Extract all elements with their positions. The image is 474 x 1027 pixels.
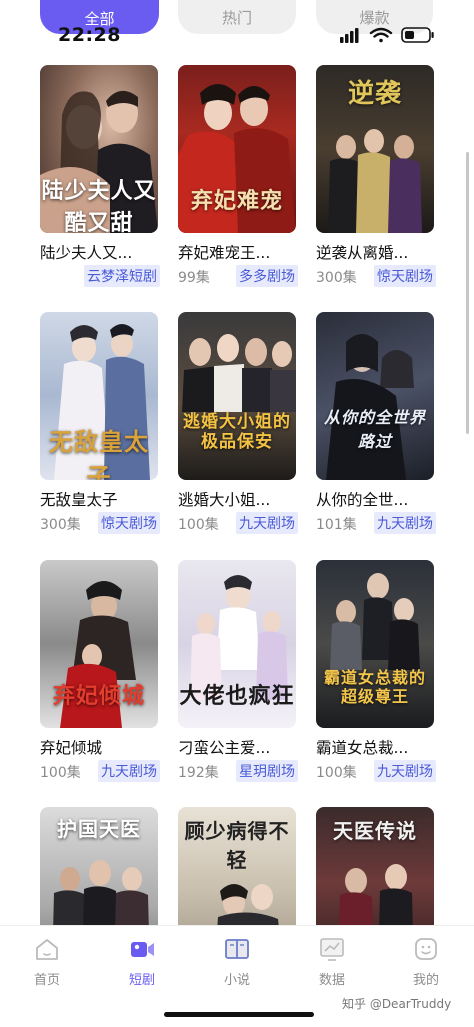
platform-badge: 星玥剧场: [236, 760, 298, 782]
drama-poster[interactable]: 大佬也疯狂: [178, 560, 296, 728]
home-icon: [32, 934, 62, 964]
tab-hot-label: 热门: [221, 8, 252, 27]
scrollbar-thumb[interactable]: [466, 152, 469, 434]
platform-badge: 云梦泽短剧: [84, 265, 160, 287]
poster-title: 逃婚大小姐的极品保安: [183, 412, 291, 452]
profile-icon: [411, 934, 441, 964]
nav-home[interactable]: 首页: [7, 934, 87, 988]
drama-card[interactable]: 从你的全世界路过 从你的全世... 101集 九天剧场: [316, 312, 436, 534]
poster-title: 陆少夫人又酷又甜: [41, 178, 157, 233]
nav-short-drama-label: 短剧: [128, 973, 155, 988]
drama-poster[interactable]: 逆袭: [316, 65, 434, 233]
drama-card[interactable]: 霸道女总裁的超级尊王 霸道女总裁... 100集 九天剧场: [316, 560, 436, 782]
episode-count: 100集: [316, 765, 357, 781]
book-icon: [222, 934, 252, 964]
poster-title: 护国天医: [57, 817, 141, 841]
drama-title: 逆袭从离婚...: [316, 244, 409, 262]
drama-poster[interactable]: 霸道女总裁的超级尊王: [316, 560, 434, 728]
platform-badge: 九天剧场: [98, 760, 160, 782]
drama-title: 刁蛮公主爱...: [178, 739, 271, 757]
episode-count: 99集: [178, 270, 210, 286]
poster-title: 从你的全世界路过: [323, 408, 426, 451]
tab-hot[interactable]: 热门: [178, 0, 296, 34]
poster-figures: [326, 334, 414, 480]
drama-title: 从你的全世...: [316, 491, 409, 509]
episode-count: 101集: [316, 517, 357, 533]
episode-count: 100集: [178, 517, 219, 533]
status-icons: [340, 27, 434, 43]
status-time: 22:28: [58, 24, 121, 46]
drama-poster[interactable]: 从你的全世界路过: [316, 312, 434, 480]
platform-badge: 多多剧场: [236, 265, 298, 287]
poster-figures: [182, 334, 296, 412]
platform-badge: 惊天剧场: [98, 512, 160, 534]
episode-count: 100集: [40, 765, 81, 781]
nav-data[interactable]: 数据: [292, 934, 372, 988]
poster-title: 大佬也疯狂: [179, 683, 295, 709]
drama-title: 弃妃倾城: [40, 739, 103, 757]
episode-count: 300集: [40, 517, 81, 533]
drama-poster[interactable]: 无敌皇太子: [40, 312, 158, 480]
drama-title: 陆少夫人又...: [40, 244, 133, 262]
tab-hit-label: 爆款: [359, 8, 390, 27]
poster-title: 顾少病得不轻: [184, 819, 290, 872]
wifi-icon: [369, 27, 393, 43]
drama-card[interactable]: 逆袭 逆袭从离婚... 300集 惊天剧场: [316, 65, 436, 287]
episode-count: 192集: [178, 765, 219, 781]
home-indicator[interactable]: [164, 1012, 314, 1017]
drama-card[interactable]: 大佬也疯狂 刁蛮公主爱... 192集 星玥剧场: [178, 560, 298, 782]
poster-title: 弃妃倾城: [52, 683, 145, 709]
nav-short-drama[interactable]: 短剧: [102, 934, 182, 988]
nav-mine-label: 我的: [412, 973, 439, 988]
poster-title: 霸道女总裁的超级尊王: [323, 668, 426, 706]
drama-title: 霸道女总裁...: [316, 739, 409, 757]
drama-poster[interactable]: 逃婚大小姐的极品保安: [178, 312, 296, 480]
poster-title: 逆袭: [347, 79, 402, 109]
drama-card[interactable]: 弃妃难宠 弃妃难宠王... 99集 多多剧场: [178, 65, 298, 287]
nav-home-label: 首页: [33, 973, 60, 988]
drama-title: 弃妃难宠王...: [178, 244, 271, 262]
platform-badge: 惊天剧场: [374, 265, 436, 287]
drama-card[interactable]: 陆少夫人又酷又甜 陆少夫人又... 云梦泽短剧: [40, 65, 160, 287]
drama-poster[interactable]: 弃妃难宠: [178, 65, 296, 233]
drama-poster[interactable]: 弃妃倾城: [40, 560, 158, 728]
drama-card[interactable]: 弃妃倾城 弃妃倾城 100集 九天剧场: [40, 560, 160, 782]
watermark: 知乎 @DearTruddy: [342, 997, 452, 1011]
drama-card[interactable]: 无敌皇太子 无敌皇太子 300集 惊天剧场: [40, 312, 160, 534]
platform-badge: 九天剧场: [236, 512, 298, 534]
nav-data-label: 数据: [318, 973, 345, 988]
battery-icon: [401, 27, 434, 43]
drama-card[interactable]: 逃婚大小姐的极品保安 逃婚大小姐... 100集 九天剧场: [178, 312, 298, 534]
episode-count: 300集: [316, 270, 357, 286]
nav-mine[interactable]: 我的: [386, 934, 466, 988]
cellular-signal-icon: [340, 28, 359, 43]
drama-poster[interactable]: 陆少夫人又酷又甜: [40, 65, 158, 233]
poster-title: 无敌皇太子: [49, 427, 149, 480]
drama-title: 逃婚大小姐...: [178, 491, 271, 509]
video-icon: [127, 934, 157, 964]
poster-title: 弃妃难宠: [190, 188, 283, 214]
nav-novel[interactable]: 小说: [197, 934, 277, 988]
drama-title: 无敌皇太子: [40, 491, 118, 509]
platform-badge: 九天剧场: [374, 760, 436, 782]
nav-novel-label: 小说: [223, 973, 250, 988]
chart-icon: [317, 934, 347, 964]
app-screen: 全部 热门 爆款 22:28 陆少夫人又酷又甜 陆少夫人又... 云梦泽短剧 弃…: [0, 0, 474, 1027]
platform-badge: 九天剧场: [374, 512, 436, 534]
poster-title: 天医传说: [333, 819, 417, 843]
